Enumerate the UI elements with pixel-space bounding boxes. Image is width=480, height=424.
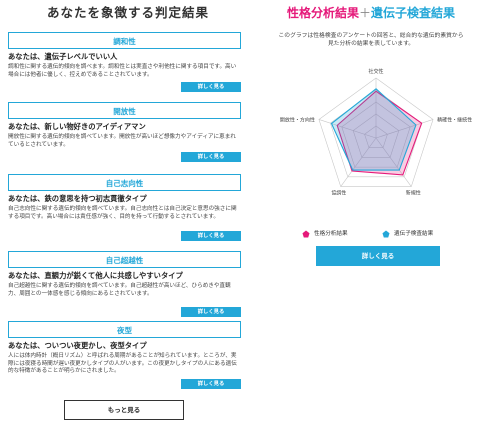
card-heading: 調和性 [8,32,241,49]
card-headline: あなたは、新しい物好きのアイディアマン [8,122,146,131]
card-description: 調和性に関する遺伝的傾向を調べます。調和性とは実直さや利他性に関する項目です。高… [8,64,237,78]
left-results-panel: あなたを象徴する判定結果 調和性 あなたは、遺伝子レベルでいい人 調和性に関する… [0,0,256,424]
right-analysis-panel: 性格分析結果＋遺伝子検査結果 このグラフは性格検査のアンケートの回答と、総合的な… [262,0,480,424]
pentagon-pink-icon [302,230,310,237]
card-description: 自己志向性に関する遺伝的傾向を調べています。自己志向性とは自己決定と意思の強さに… [8,206,237,220]
card-description: 開放性に関する遺伝的傾向を調べています。開放性が高いほど想像力やアイディアに恵ま… [8,134,236,148]
result-card-night-owl: 夜型 あなたは、ついつい夜更かし、夜型タイプ 人には体内時計（概日リズム）と呼ば… [8,321,241,389]
card-headline: あなたは、直観力が鋭くて他人に共感しやすいタイプ [8,271,183,280]
card-heading: 夜型 [8,321,241,338]
legend-label: 遺伝子検査結果 [394,231,434,237]
detail-button[interactable]: 詳しく見る [181,379,241,389]
result-card-openness: 開放性 あなたは、新しい物好きのアイディアマン 開放性に関する遺伝的傾向を調べて… [8,102,241,162]
card-heading: 開放性 [8,102,241,119]
card-description: 人には体内時計（概日リズム）と呼ばれる周期があることが知られています。ところが、… [8,353,237,375]
card-description: 自己超越性に関する遺伝的傾向を調べています。自己超越性が高いほど、ひらめきや直観… [8,283,231,297]
card-headline: あなたは、ついつい夜更かし、夜型タイプ [8,341,147,350]
title-personality: 性格分析結果 [286,6,359,20]
more-button[interactable]: もっと見る [64,400,184,420]
radar-axis-label: 協調性 [331,190,346,197]
detail-button[interactable]: 詳しく見る [181,231,241,241]
pentagon-blue-icon [382,230,390,237]
radar-axis-label: 社交性 [368,68,383,75]
radar-axis-label: 新規性 [406,190,421,197]
analysis-title: 性格分析結果＋遺伝子検査結果 [262,4,480,21]
chart-description: このグラフは性格検査のアンケートの回答と、総合的な遺伝的素質から見た分析の結果を… [278,33,464,47]
card-headline: あなたは、遺伝子レベルでいい人 [8,52,118,61]
detail-button[interactable]: 詳しく見る [316,246,440,266]
page-title: あなたを象徴する判定結果 [46,5,209,20]
result-card-self-directedness: 自己志向性 あなたは、鉄の意思を持つ初志貫徹タイプ 自己志向性に関する遺伝的傾向… [8,174,241,241]
legend-label: 性格分析結果 [314,231,348,237]
card-heading: 自己志向性 [8,174,241,191]
card-heading: 自己超越性 [8,251,241,268]
title-genetic: 遺伝子検査結果 [371,6,456,20]
legend-item-genetic: 遺伝子検査結果 [382,229,433,238]
radar-axis-label: 精確性・継続性 [437,116,472,123]
legend-item-personality: 性格分析結果 [302,229,348,238]
chart-legend: 性格分析結果 遺伝子検査結果 [282,229,472,239]
result-card-self-transcendence: 自己超越性 あなたは、直観力が鋭くて他人に共感しやすいタイプ 自己超越性に関する… [8,251,241,317]
detail-button[interactable]: 詳しく見る [181,82,241,92]
title-plus: ＋ [358,6,371,20]
detail-button[interactable]: 詳しく見る [181,152,241,162]
card-headline: あなたは、鉄の意思を持つ初志貫徹タイプ [8,194,147,203]
radar-chart: 社交性精確性・継続性新規性 協調性 開放性・方向性 [280,68,472,197]
detail-button[interactable]: 詳しく見る [181,307,241,317]
result-card-agreeableness: 調和性 あなたは、遺伝子レベルでいい人 調和性に関する遺伝的傾向を調べます。調和… [8,32,241,92]
radar-axis-label: 開放性・方向性 [280,116,315,123]
